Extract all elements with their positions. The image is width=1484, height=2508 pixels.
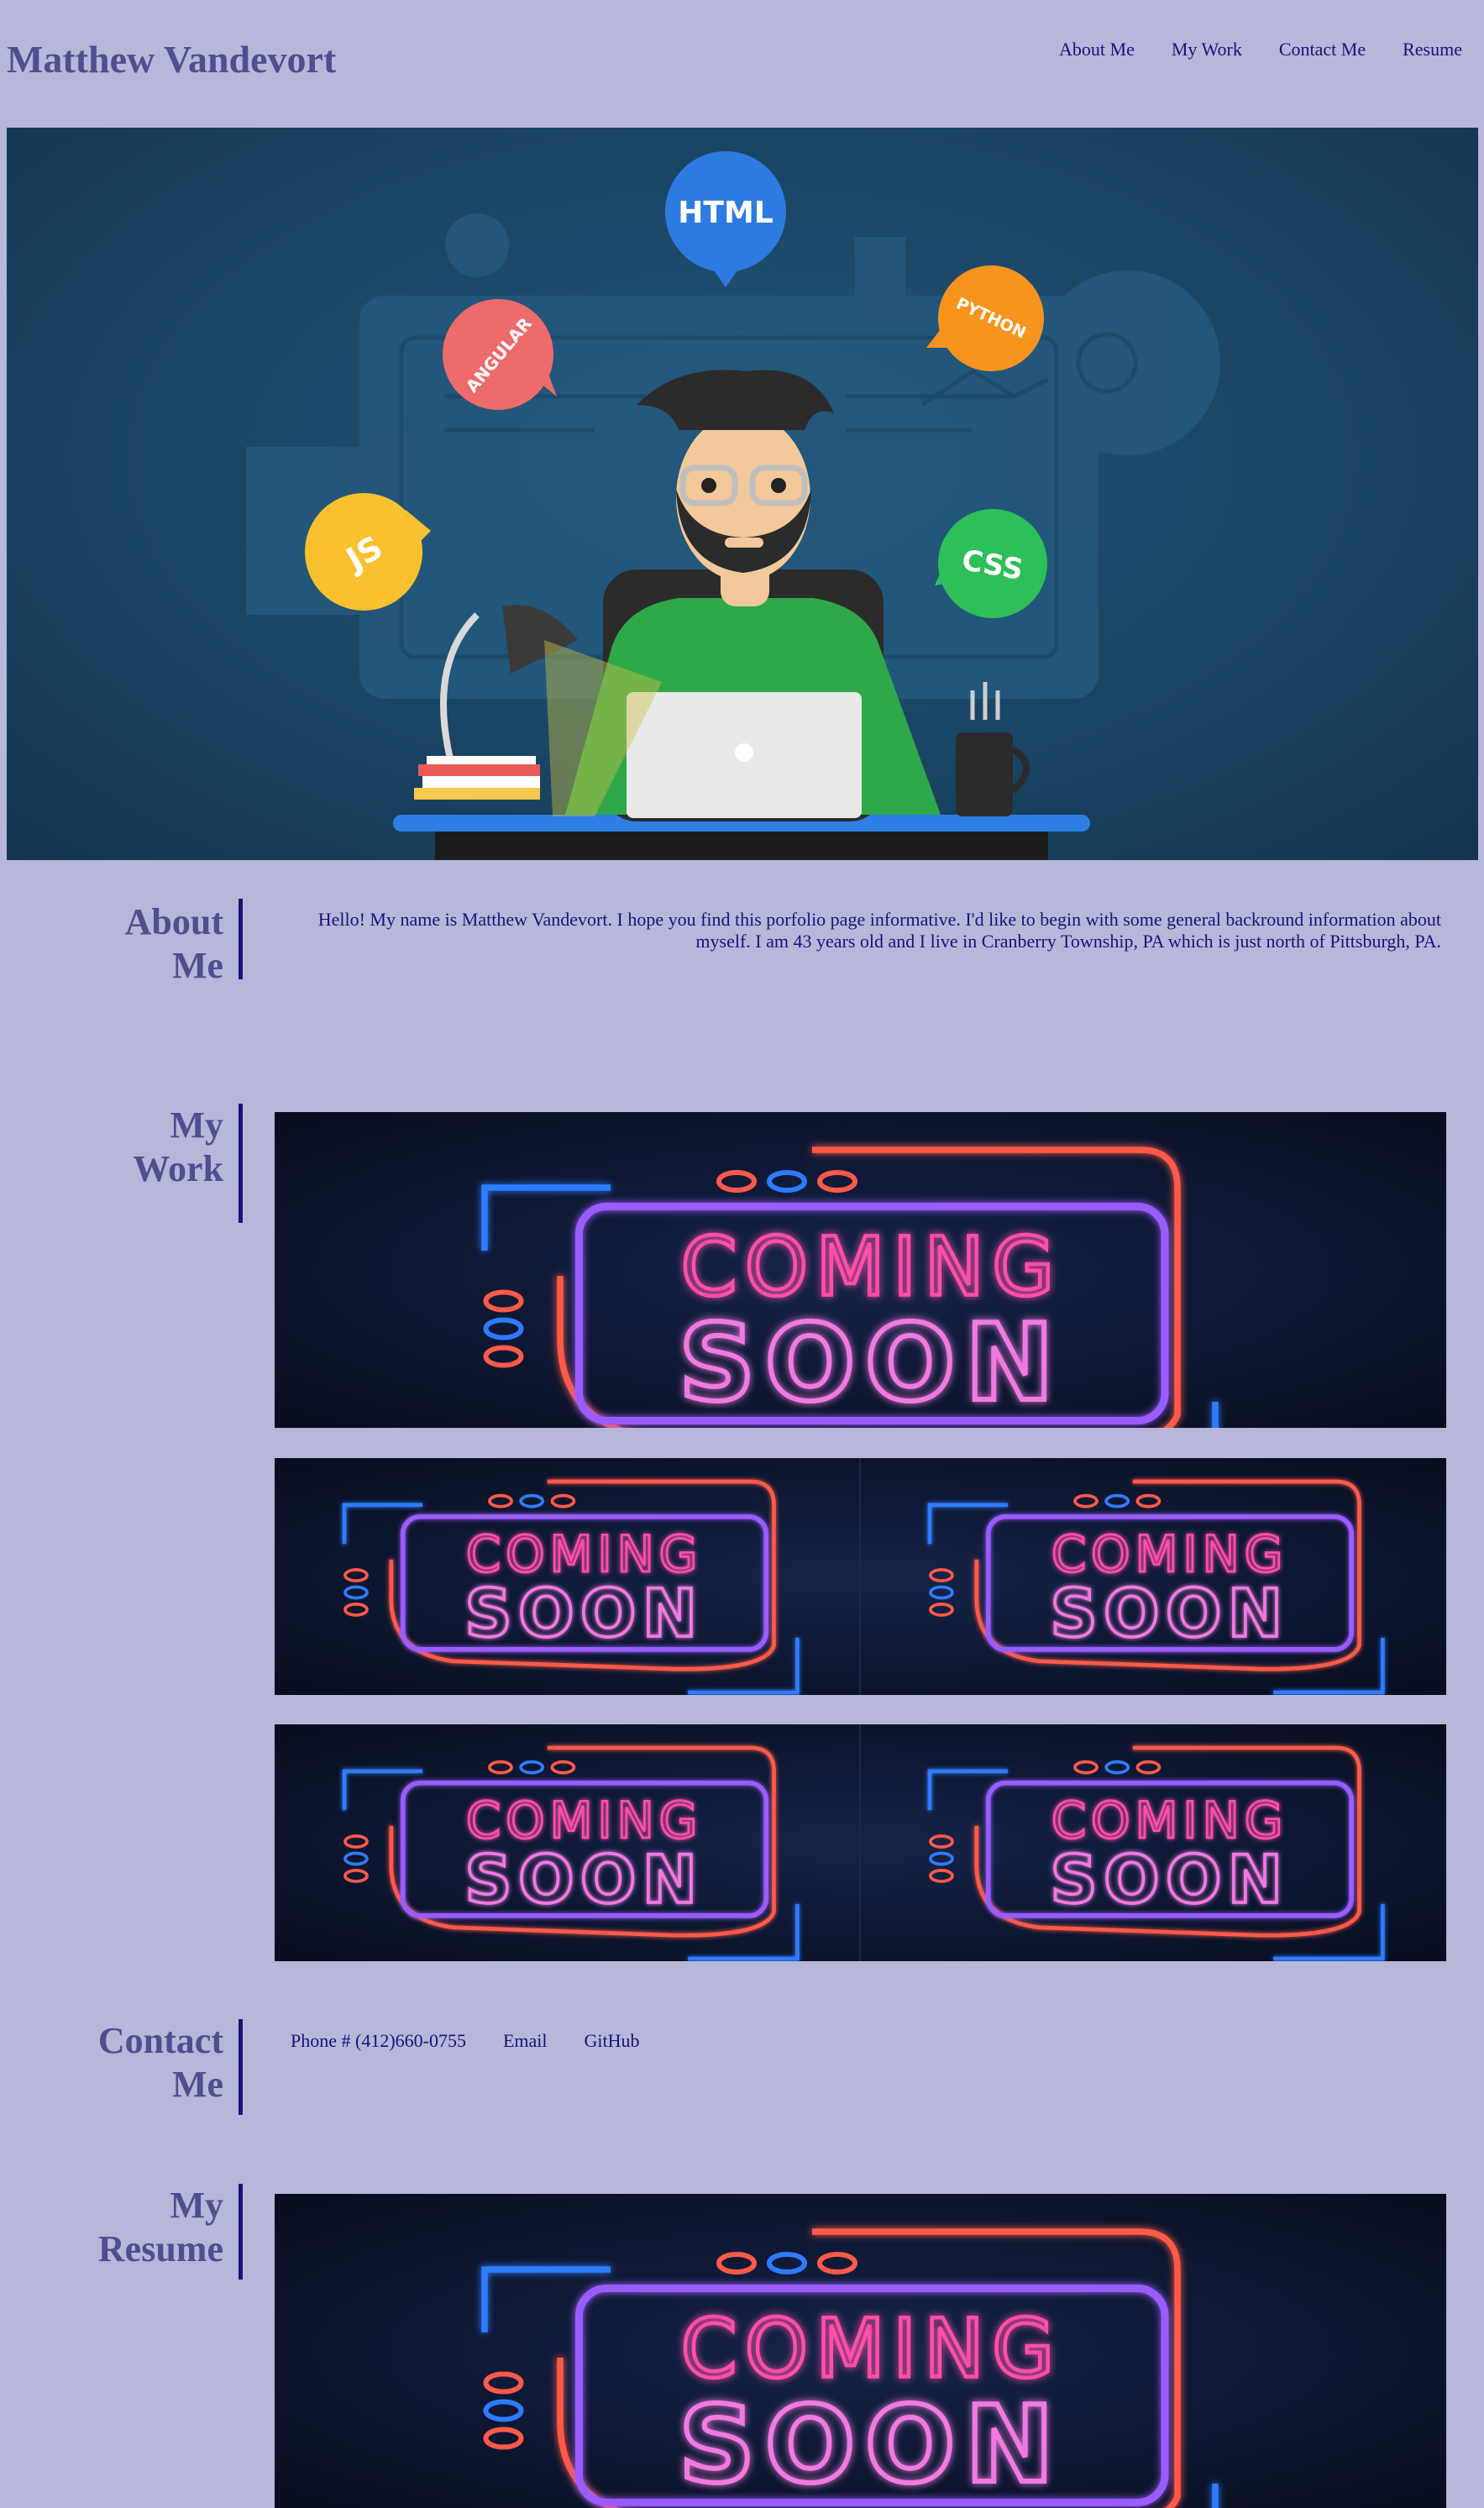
- resume-divider: [239, 2184, 243, 2280]
- svg-text:HTML: HTML: [678, 196, 773, 230]
- hero-banner-image: HTML ANGULAR PYTHON JS CSS: [7, 128, 1478, 860]
- site-title: Matthew Vandevort: [7, 38, 337, 81]
- soon-text: SOON: [464, 1842, 703, 1918]
- resume-heading-line2: Resume: [97, 2228, 223, 2269]
- coming-text: COMING: [681, 1220, 1062, 1314]
- soon-text: SOON: [464, 1576, 703, 1652]
- email-link[interactable]: Email: [503, 2030, 548, 2052]
- soon-text: SOON: [679, 2383, 1063, 2506]
- contact-divider: [239, 2019, 243, 2115]
- nav-link-resume[interactable]: Resume: [1403, 39, 1462, 60]
- work-heading-line1: My: [170, 1104, 223, 1146]
- resume-heading: My Resume: [0, 2184, 223, 2271]
- about-heading-line2: Me: [171, 945, 223, 986]
- contact-heading: Contact Me: [0, 2019, 223, 2107]
- soon-text: SOON: [679, 1301, 1063, 1425]
- top-nav: About Me My Work Contact Me Resume: [1059, 39, 1462, 60]
- work-heading-line2: Work: [133, 1148, 223, 1189]
- contact-heading-line1: Contact: [97, 2020, 223, 2061]
- project-tile-row1[interactable]: COMING SOON COMING SOON: [275, 1458, 1446, 1695]
- project-tile-row2[interactable]: COMING SOON COMING SOON: [275, 1724, 1446, 1961]
- about-text: Hello! My name is Matthew Vandevort. I h…: [317, 909, 1441, 952]
- site-header: Matthew Vandevort About Me My Work Conta…: [0, 0, 1484, 126]
- coming-soon-image: COMINGSOONCOMINGSOON: [275, 1724, 1446, 1961]
- soon-text: SOON: [1050, 1576, 1288, 1652]
- about-divider: [239, 899, 243, 979]
- coffee-mug: [956, 732, 1013, 816]
- about-heading: About Me: [0, 900, 223, 988]
- contact-links: Phone # (412)660-0755 Email GitHub: [291, 2030, 640, 2052]
- work-heading: My Work: [0, 1104, 223, 1191]
- project-tile-featured[interactable]: COMING SOON: [275, 1112, 1446, 1428]
- github-link[interactable]: GitHub: [585, 2030, 640, 2052]
- resume-heading-line1: My: [170, 2185, 223, 2226]
- coming-text: COMING: [681, 2302, 1062, 2396]
- phone-number: Phone # (412)660-0755: [291, 2030, 466, 2051]
- resume-preview[interactable]: COMING SOON: [275, 2194, 1446, 2508]
- desk-base: [435, 832, 1048, 860]
- nav-link-my-work[interactable]: My Work: [1172, 39, 1242, 60]
- developer-illustration: HTML ANGULAR PYTHON JS CSS: [246, 151, 1220, 860]
- contact-heading-line2: Me: [171, 2064, 223, 2105]
- nav-link-contact-me[interactable]: Contact Me: [1279, 39, 1366, 60]
- work-divider: [239, 1104, 243, 1223]
- coming-soon-image: COMINGSOONCOMINGSOON: [275, 1458, 1446, 1695]
- html-bubble: HTML: [665, 151, 786, 287]
- nav-link-about-me[interactable]: About Me: [1059, 39, 1135, 60]
- coming-soon-image: COMINGSOON: [275, 2194, 1446, 2508]
- coming-soon-image: COMINGSOON: [275, 1112, 1446, 1428]
- soon-text: SOON: [1050, 1842, 1288, 1918]
- about-heading-line1: About: [124, 901, 223, 942]
